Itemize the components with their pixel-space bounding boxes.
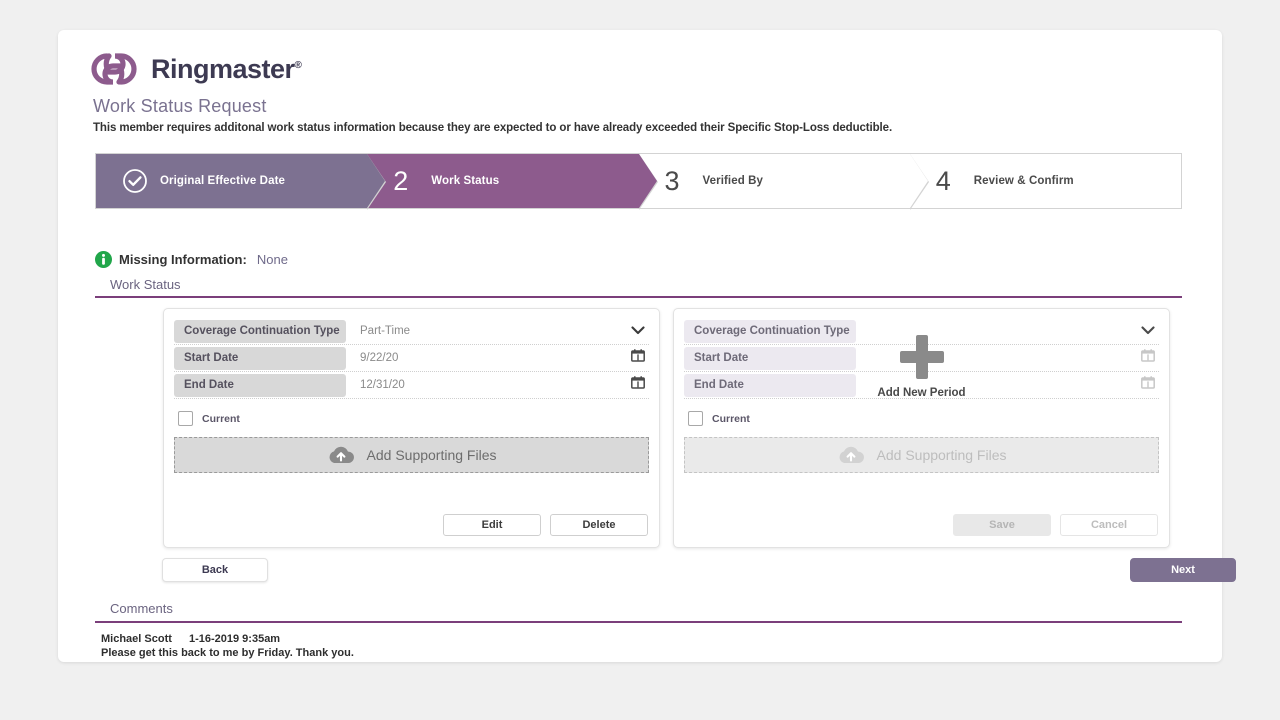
interlocking-rings-logo-icon: [91, 53, 137, 85]
step-arrow-2: [638, 154, 657, 208]
new-period-panel[interactable]: Coverage Continuation Type Start Date En…: [673, 308, 1170, 548]
current-checkbox-label: Current: [202, 412, 240, 425]
existing-period-panel: Coverage Continuation Type Part-Time Sta…: [163, 308, 660, 548]
new-current-checkbox-label: Current: [712, 412, 750, 425]
field-value-start-date: 9/22/20: [360, 352, 399, 364]
field-label-end-date: End Date: [174, 373, 346, 397]
page-subtitle: This member requires additonal work stat…: [93, 122, 893, 134]
comment-text: Please get this back to me by Friday. Th…: [101, 647, 354, 659]
new-field-label-start-date: Start Date: [684, 346, 856, 370]
missing-information-row: Missing Information: None: [95, 251, 288, 268]
chevron-down-icon[interactable]: [627, 322, 649, 340]
cloud-upload-icon: [839, 446, 864, 463]
delete-button[interactable]: Delete: [550, 514, 648, 536]
new-field-label-coverage-type: Coverage Continuation Type: [684, 319, 856, 343]
registered-mark: ®: [294, 59, 302, 71]
new-add-supporting-files-dropzone: Add Supporting Files: [684, 437, 1159, 473]
brand-logo: Ringmaster®: [91, 52, 302, 86]
new-add-supporting-files-label: Add Supporting Files: [876, 447, 1007, 463]
add-supporting-files-dropzone[interactable]: Add Supporting Files: [174, 437, 649, 473]
page-title: Work Status Request: [93, 96, 267, 116]
new-field-start-date: Start Date: [684, 345, 1159, 372]
cloud-upload-icon: [329, 446, 354, 463]
comments-heading: Comments: [110, 601, 173, 616]
field-end-date[interactable]: End Date 12/31/20: [174, 372, 649, 399]
new-field-label-end-date: End Date: [684, 373, 856, 397]
step-label-3: Verified By: [702, 175, 764, 187]
work-status-rule: [95, 296, 1182, 298]
progress-stepper: Original Effective Date 2 Work Status 3 …: [95, 153, 1182, 210]
current-checkbox-row[interactable]: Current: [178, 411, 659, 426]
work-status-heading: Work Status: [110, 277, 181, 292]
step-work-status[interactable]: 2 Work Status: [367, 154, 658, 210]
cancel-button[interactable]: Cancel: [1060, 514, 1158, 536]
chevron-down-icon: [1137, 322, 1159, 340]
field-value-end-date: 12/31/20: [360, 379, 405, 391]
new-current-checkbox-row: Current: [688, 411, 1169, 426]
existing-period-actions: Edit Delete: [443, 514, 648, 536]
step-arrow-3: [909, 154, 928, 208]
new-period-actions: Save Cancel: [953, 514, 1158, 536]
comment-timestamp: 1-16-2019 9:35am: [188, 633, 281, 645]
brand-name-wrap: Ringmaster®: [151, 53, 302, 85]
main-card: Ringmaster® Work Status Request This mem…: [58, 30, 1236, 662]
comments-rule: [95, 621, 1182, 623]
next-button[interactable]: Next: [1130, 558, 1236, 582]
calendar-icon: [1137, 349, 1159, 367]
info-icon: [95, 251, 112, 268]
field-value-coverage-type: Part-Time: [360, 325, 411, 337]
new-current-checkbox: [688, 411, 703, 426]
step-verified-by[interactable]: 3 Verified By: [638, 154, 929, 210]
save-button[interactable]: Save: [953, 514, 1051, 536]
calendar-icon[interactable]: [627, 376, 649, 394]
comment-meta: Michael Scott 1-16-2019 9:35am: [101, 633, 280, 645]
step-label-4: Review & Confirm: [973, 175, 1074, 187]
field-label-coverage-type: Coverage Continuation Type: [174, 319, 346, 343]
new-field-end-date: End Date: [684, 372, 1159, 399]
calendar-icon[interactable]: [627, 349, 649, 367]
field-start-date[interactable]: Start Date 9/22/20: [174, 345, 649, 372]
comment-author: Michael Scott: [101, 633, 172, 645]
field-label-start-date: Start Date: [174, 346, 346, 370]
add-supporting-files-label: Add Supporting Files: [366, 447, 497, 463]
step-number-4: 4: [935, 165, 951, 196]
check-circle-icon: [123, 169, 147, 193]
missing-information-label: Missing Information:: [119, 252, 247, 267]
new-field-coverage-continuation-type: Coverage Continuation Type: [684, 318, 1159, 345]
step-number-2: 2: [393, 165, 409, 196]
missing-information-value: None: [256, 252, 288, 267]
field-coverage-continuation-type[interactable]: Coverage Continuation Type Part-Time: [174, 318, 649, 345]
brand-name: Ringmaster: [151, 53, 295, 84]
step-number-3: 3: [664, 165, 680, 196]
calendar-icon: [1137, 376, 1159, 394]
step-label-1: Original Effective Date: [160, 175, 286, 187]
edit-button[interactable]: Edit: [443, 514, 541, 536]
step-arrow-1: [367, 154, 386, 208]
back-button[interactable]: Back: [162, 558, 268, 582]
step-review-confirm[interactable]: 4 Review & Confirm: [909, 154, 1181, 208]
current-checkbox[interactable]: [178, 411, 193, 426]
step-original-effective-date[interactable]: Original Effective Date: [96, 154, 387, 210]
app-page: Ringmaster® Work Status Request This mem…: [0, 0, 1280, 720]
step-label-2: Work Status: [431, 175, 500, 187]
